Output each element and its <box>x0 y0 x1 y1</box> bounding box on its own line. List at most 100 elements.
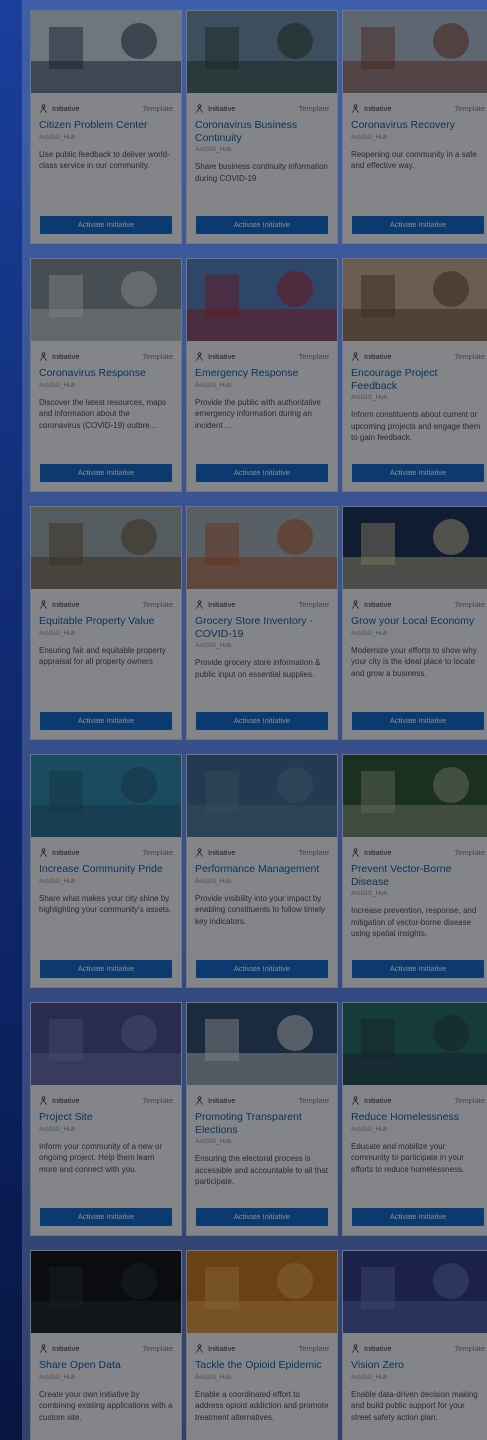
card-owner[interactable]: ArcGIS_Hub <box>31 1124 181 1133</box>
activate-initiative-button[interactable]: Activate Initiative <box>352 464 484 482</box>
item-type: Initiative <box>195 352 236 361</box>
card-title[interactable]: Performance Management <box>187 859 337 876</box>
card-owner[interactable]: ArcGIS_Hub <box>31 132 181 141</box>
activate-initiative-button[interactable]: Activate Initiative <box>40 216 172 234</box>
item-type: Initiative <box>39 1096 80 1105</box>
initiative-icon <box>352 847 359 857</box>
card-owner[interactable]: ArcGIS_Hub <box>343 392 487 401</box>
initiative-card[interactable]: Initiative Template Coronavirus Business… <box>186 10 338 244</box>
initiative-card[interactable]: Initiative Template Tackle the Opioid Ep… <box>186 1250 338 1440</box>
activate-initiative-button[interactable]: Activate Initiative <box>196 712 328 730</box>
activate-initiative-button[interactable]: Activate Initiative <box>196 216 328 234</box>
card-owner[interactable]: ArcGIS_Hub <box>187 1372 337 1381</box>
card-owner[interactable]: ArcGIS_Hub <box>187 144 337 153</box>
activate-initiative-button[interactable]: Activate Initiative <box>40 464 172 482</box>
initiative-card[interactable]: Initiative Template Prevent Vector-Borne… <box>342 754 487 988</box>
initiative-card[interactable]: Initiative Template Coronavirus Recovery… <box>342 10 487 244</box>
activate-initiative-button[interactable]: Activate Initiative <box>40 1208 172 1226</box>
voting-booth-photo-icon <box>187 1003 337 1085</box>
initiative-icon <box>352 1343 359 1353</box>
initiative-card[interactable]: Initiative Template Performance Manageme… <box>186 754 338 988</box>
initiative-card[interactable]: Initiative Template Vision Zero ArcGIS_H… <box>342 1250 487 1440</box>
card-owner[interactable]: ArcGIS_Hub <box>343 628 487 637</box>
initiative-icon <box>40 847 47 857</box>
card-owner[interactable]: ArcGIS_Hub <box>343 1372 487 1381</box>
card-title[interactable]: Grow your Local Economy <box>343 611 487 628</box>
item-type-label: Initiative <box>52 599 80 609</box>
card-title[interactable]: Citizen Problem Center <box>31 115 181 132</box>
activate-initiative-button[interactable]: Activate Initiative <box>352 960 484 978</box>
activate-initiative-button[interactable]: Activate Initiative <box>352 216 484 234</box>
item-type-label: Initiative <box>208 599 236 609</box>
activate-initiative-button[interactable]: Activate Initiative <box>352 712 484 730</box>
aerial-city-blue-photo-icon <box>31 755 181 837</box>
card-owner[interactable]: ArcGIS_Hub <box>31 1372 181 1381</box>
initiative-card[interactable]: Initiative Template Promoting Transparen… <box>186 1002 338 1236</box>
initiative-icon <box>196 351 203 361</box>
activate-initiative-button[interactable]: Activate Initiative <box>40 960 172 978</box>
initiative-card[interactable]: Initiative Template Coronavirus Response… <box>30 258 182 492</box>
card-owner[interactable]: ArcGIS_Hub <box>31 380 181 389</box>
initiative-card[interactable]: Initiative Template Reduce Homelessness … <box>342 1002 487 1236</box>
initiative-card[interactable]: Initiative Template Share Open Data ArcG… <box>30 1250 182 1440</box>
activate-initiative-button[interactable]: Activate Initiative <box>352 1208 484 1226</box>
card-owner[interactable]: ArcGIS_Hub <box>343 132 487 141</box>
activate-initiative-button[interactable]: Activate Initiative <box>196 464 328 482</box>
initiative-card[interactable]: Initiative Template Emergency Response A… <box>186 258 338 492</box>
card-owner[interactable]: ArcGIS_Hub <box>31 628 181 637</box>
initiative-card[interactable]: Initiative Template Grocery Store Invent… <box>186 506 338 740</box>
card-title[interactable]: Coronavirus Recovery <box>343 115 487 132</box>
initiative-icon <box>40 1343 47 1353</box>
item-type: Initiative <box>351 352 392 361</box>
item-type: Initiative <box>351 848 392 857</box>
template-tag: Template <box>298 599 329 609</box>
activate-initiative-button[interactable]: Activate Initiative <box>40 712 172 730</box>
card-owner[interactable]: ArcGIS_Hub <box>31 876 181 885</box>
item-type: Initiative <box>39 1344 80 1353</box>
card-title[interactable]: Equitable Property Value <box>31 611 181 628</box>
card-owner[interactable]: ArcGIS_Hub <box>187 876 337 885</box>
template-tag: Template <box>298 1343 329 1353</box>
template-tag: Template <box>298 103 329 113</box>
card-title[interactable]: Prevent Vector-Borne Disease <box>343 859 487 888</box>
card-description: Provide grocery store information & publ… <box>195 658 321 679</box>
card-owner[interactable]: ArcGIS_Hub <box>343 1124 487 1133</box>
card-title[interactable]: Emergency Response <box>187 363 337 380</box>
card-title[interactable]: Tackle the Opioid Epidemic <box>187 1355 337 1372</box>
card-owner[interactable]: ArcGIS_Hub <box>187 380 337 389</box>
initiative-card[interactable]: Initiative Template Grow your Local Econ… <box>342 506 487 740</box>
item-type-label: Initiative <box>52 351 80 361</box>
green-canal-photo-icon <box>343 755 487 837</box>
initiative-card[interactable]: Initiative Template Project Site ArcGIS_… <box>30 1002 182 1236</box>
item-type-label: Initiative <box>364 1095 392 1105</box>
item-type-label: Initiative <box>364 103 392 113</box>
card-owner[interactable]: ArcGIS_Hub <box>187 1136 337 1145</box>
card-title[interactable]: Grocery Store Inventory - COVID-19 <box>187 611 337 640</box>
item-type: Initiative <box>195 1344 236 1353</box>
card-title[interactable]: Increase Community Pride <box>31 859 181 876</box>
initiative-card[interactable]: Initiative Template Equitable Property V… <box>30 506 182 740</box>
ambulance-photo-icon <box>187 259 337 341</box>
initiative-icon <box>40 599 47 609</box>
initiative-card[interactable]: Initiative Template Citizen Problem Cent… <box>30 10 182 244</box>
item-type-label: Initiative <box>364 847 392 857</box>
initiative-card[interactable]: Initiative Template Encourage Project Fe… <box>342 258 487 492</box>
card-description: Share business continuity information du… <box>195 162 328 183</box>
initiative-icon <box>196 599 203 609</box>
card-title[interactable]: Coronavirus Business Continuity <box>187 115 337 144</box>
activate-initiative-button[interactable]: Activate Initiative <box>196 1208 328 1226</box>
card-owner[interactable]: ArcGIS_Hub <box>343 888 487 897</box>
card-title[interactable]: Share Open Data <box>31 1355 181 1372</box>
card-title[interactable]: Promoting Transparent Elections <box>187 1107 337 1136</box>
card-title[interactable]: Encourage Project Feedback <box>343 363 487 392</box>
item-type-label: Initiative <box>208 103 236 113</box>
card-title[interactable]: Vision Zero <box>343 1355 487 1372</box>
card-owner[interactable]: ArcGIS_Hub <box>187 640 337 649</box>
card-title[interactable]: Project Site <box>31 1107 181 1124</box>
activate-initiative-button[interactable]: Activate Initiative <box>196 960 328 978</box>
card-title[interactable]: Reduce Homelessness <box>343 1107 487 1124</box>
card-description: Increase prevention, response, and mitig… <box>351 906 477 938</box>
initiative-card[interactable]: Initiative Template Increase Community P… <box>30 754 182 988</box>
template-tag: Template <box>454 351 485 361</box>
card-title[interactable]: Coronavirus Response <box>31 363 181 380</box>
